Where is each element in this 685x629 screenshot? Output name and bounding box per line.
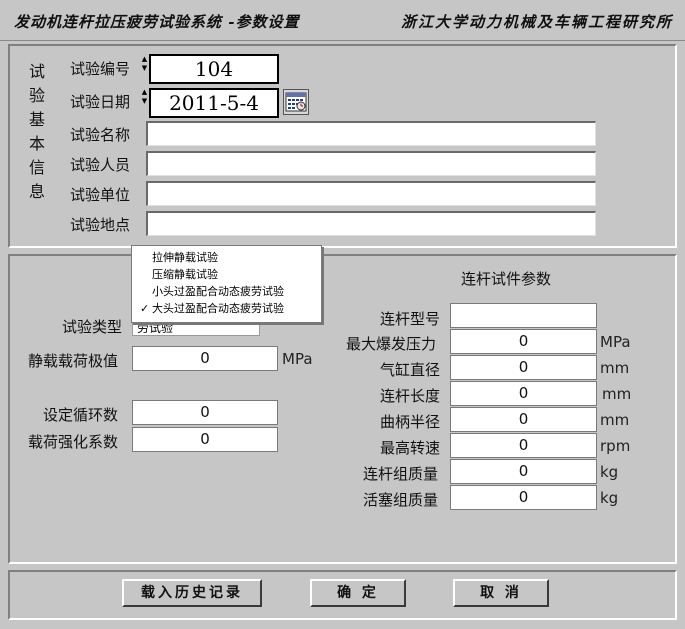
rod-group-mass-label: 连杆组质量 — [363, 465, 439, 483]
rod-length-label: 连杆长度 — [380, 387, 441, 405]
static-load-peak-field[interactable]: 0 — [132, 346, 278, 371]
cylinder-diameter-unit: mm — [600, 359, 630, 377]
test-date-spinner[interactable]: ▲ ▼ — [141, 88, 148, 116]
piston-group-mass-unit: kg — [600, 489, 619, 507]
rod-params-title: 连杆试件参数 — [461, 270, 552, 288]
piston-group-mass-label: 活塞组质量 — [363, 491, 439, 509]
test-unit-field[interactable] — [146, 181, 596, 206]
rod-length-field[interactable]: 0 — [450, 381, 597, 406]
calendar-icon[interactable] — [283, 89, 309, 115]
test-location-field[interactable] — [146, 211, 596, 236]
test-name-field[interactable] — [146, 121, 596, 146]
cylinder-diameter-label: 气缸直径 — [380, 361, 441, 379]
max-burst-pressure-unit: MPa — [600, 333, 631, 351]
max-speed-field[interactable]: 0 — [450, 433, 597, 458]
load-history-button[interactable]: 载入历史记录 — [122, 579, 262, 607]
piston-group-mass-field[interactable]: 0 — [450, 485, 597, 510]
test-type-selected-text: 劳试验 — [137, 321, 174, 335]
cycle-count-field[interactable]: 0 — [132, 400, 278, 425]
rod-group-mass-field[interactable]: 0 — [450, 459, 597, 484]
test-personnel-label: 试验人员 — [70, 156, 131, 174]
test-name-label: 试验名称 — [70, 126, 131, 144]
test-personnel-field[interactable] — [146, 151, 596, 176]
menu-item-big-end-fatigue[interactable]: ✓ 大头过盈配合动态疲劳试验 — [132, 300, 319, 317]
crank-radius-unit: mm — [600, 411, 630, 429]
max-speed-unit: rpm — [600, 437, 631, 455]
title-bar: 发动机连杆拉压疲劳试验系统 -参数设置 浙江大学动力机械及车辆工程研究所 — [0, 0, 685, 41]
basic-info-group-label: 试 验 基 本 信 息 — [29, 62, 46, 201]
cancel-button[interactable]: 取 消 — [453, 579, 549, 607]
menu-item-tensile-static[interactable]: 拉伸静载试验 — [132, 249, 319, 266]
confirm-button[interactable]: 确 定 — [310, 579, 406, 607]
checkmark-icon: ✓ — [140, 302, 150, 315]
load-factor-field[interactable]: 0 — [132, 427, 278, 452]
max-burst-pressure-label: 最大爆发压力 — [346, 335, 437, 353]
cylinder-diameter-field[interactable]: 0 — [450, 355, 597, 380]
spin-down-icon[interactable]: ▼ — [141, 97, 148, 106]
crank-radius-field[interactable]: 0 — [450, 407, 597, 432]
static-load-peak-label: 静载载荷极值 — [28, 352, 119, 370]
spin-up-icon[interactable]: ▲ — [141, 88, 148, 97]
test-type-dropdown-menu: 拉伸静载试验 压缩静载试验 小头过盈配合动态疲劳试验 ✓ 大头过盈配合动态疲劳试… — [131, 245, 322, 323]
menu-item-small-end-fatigue[interactable]: 小头过盈配合动态疲劳试验 — [132, 283, 319, 300]
rod-model-field[interactable] — [450, 303, 597, 328]
window-title: 发动机连杆拉压疲劳试验系统 -参数设置 — [14, 13, 300, 31]
rod-group-mass-unit: kg — [600, 463, 619, 481]
test-unit-label: 试验单位 — [70, 186, 131, 204]
max-speed-label: 最高转速 — [380, 439, 441, 457]
test-date-label: 试验日期 — [70, 93, 131, 111]
test-number-spinner[interactable]: ▲ ▼ — [141, 55, 148, 83]
spin-up-icon[interactable]: ▲ — [141, 55, 148, 64]
institute-title: 浙江大学动力机械及车辆工程研究所 — [400, 13, 673, 31]
test-date-field[interactable]: 2011-5-4 — [149, 88, 279, 118]
spin-down-icon[interactable]: ▼ — [141, 64, 148, 73]
crank-radius-label: 曲柄半径 — [380, 413, 441, 431]
test-number-label: 试验编号 — [70, 60, 131, 78]
max-burst-pressure-field[interactable]: 0 — [450, 329, 597, 354]
test-number-field[interactable]: 104 — [149, 54, 279, 84]
test-type-label: 试验类型 — [62, 318, 123, 336]
menu-item-compress-static[interactable]: 压缩静载试验 — [132, 266, 319, 283]
test-location-label: 试验地点 — [70, 216, 131, 234]
static-load-peak-unit: MPa — [282, 350, 313, 368]
load-factor-label: 载荷强化系数 — [28, 433, 119, 451]
rod-model-label: 连杆型号 — [380, 310, 441, 328]
rod-length-unit: mm — [602, 385, 632, 403]
cycle-count-label: 设定循环数 — [43, 406, 119, 424]
